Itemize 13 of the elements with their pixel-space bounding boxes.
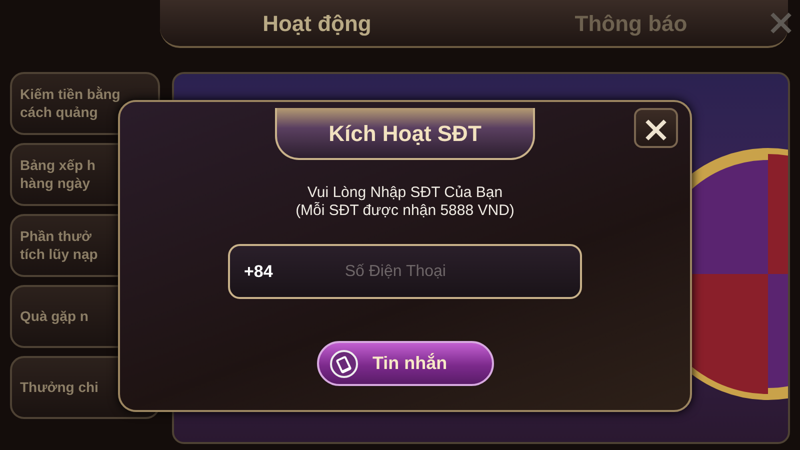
dialog-title: Kích Hoạt SĐT xyxy=(275,108,535,160)
tab[interactable]: Thông báo xyxy=(474,6,788,40)
close-icon xyxy=(645,118,667,141)
phone-icon xyxy=(328,348,358,378)
phone-input[interactable]: Số Điện Thoại xyxy=(272,258,566,284)
instruction-text: Vui Lòng Nhập SĐT Của Bạn xyxy=(306,184,504,202)
close-icon xyxy=(770,12,792,34)
phone-field[interactable]: +84 Số Điện Thoại xyxy=(228,244,582,299)
instruction-text: (Mỗi SĐT được nhận 5888 VND) xyxy=(296,202,514,220)
tab[interactable]: Hoạt động xyxy=(160,6,474,40)
country-code: +84 xyxy=(244,260,273,283)
close-button[interactable] xyxy=(634,108,678,148)
message-button[interactable]: Tin nhắn xyxy=(316,341,494,386)
